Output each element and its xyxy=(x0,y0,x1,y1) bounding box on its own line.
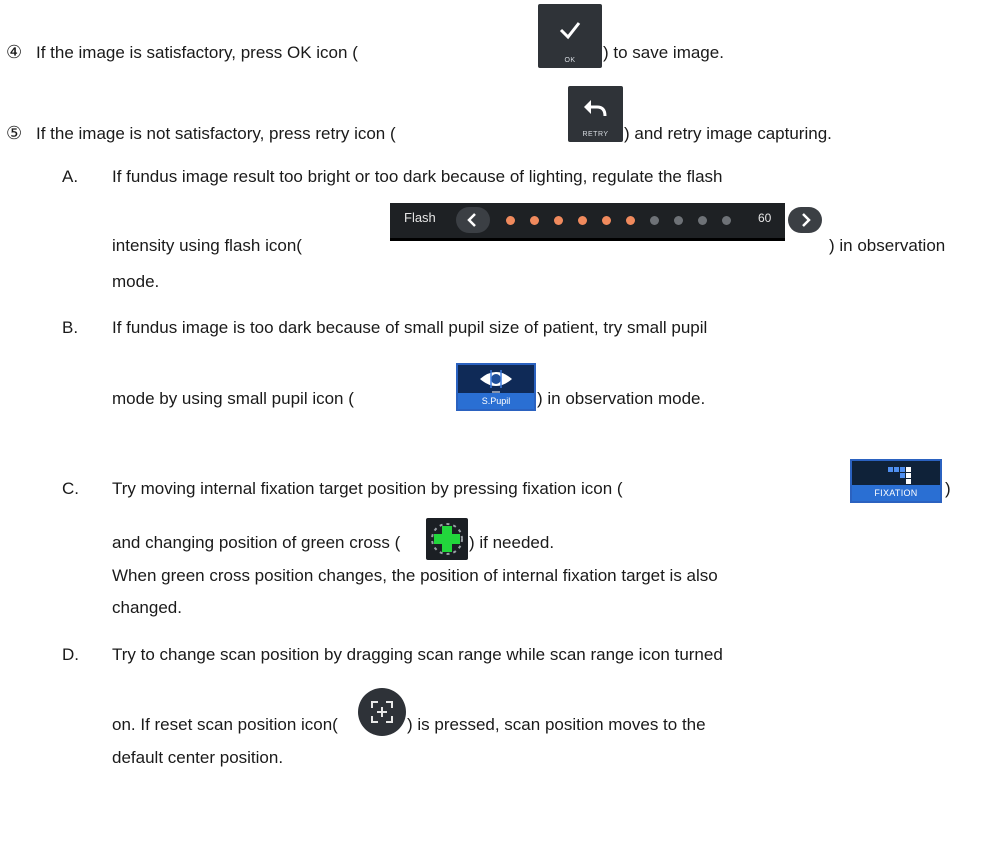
flash-level-dot xyxy=(674,216,683,225)
flash-value: 60 xyxy=(758,211,772,225)
flash-level-dot xyxy=(530,216,539,225)
step-5-marker: ⑤ xyxy=(6,123,23,143)
green-cross-button xyxy=(426,518,468,560)
flash-decrease-button xyxy=(456,207,490,233)
flash-level-dot xyxy=(554,216,563,225)
item-a-line2-after-visible: ) in observation xyxy=(829,236,946,255)
reset-scan-position-icon xyxy=(371,701,393,723)
item-d-line2-before: on. If reset scan position icon( xyxy=(112,715,338,734)
undo-arrow-icon xyxy=(584,100,607,117)
reset-scan-position-button xyxy=(358,688,406,736)
item-c-line2-before: and changing position of green cross ( xyxy=(112,533,401,552)
item-c-line2-after: ) if needed. xyxy=(469,533,555,552)
flash-level-dot xyxy=(578,216,587,225)
step-4-marker: ④ xyxy=(6,42,23,62)
item-a-line2-before: intensity using flash icon( xyxy=(112,236,302,255)
item-c-line1-after: ) xyxy=(945,479,951,498)
item-b-marker: B. xyxy=(62,318,79,337)
item-d-line3: default center position. xyxy=(112,748,284,767)
item-c-line1-before: Try moving internal fixation target posi… xyxy=(112,479,623,498)
retry-icon-button: RETRY xyxy=(568,86,623,142)
item-a-marker: A. xyxy=(62,167,79,186)
item-b-line2-before: mode by using small pupil icon ( xyxy=(112,389,354,408)
item-d-line2-after: ) is pressed, scan position moves to the xyxy=(407,715,706,734)
check-icon xyxy=(559,22,581,40)
item-b-line1: If fundus image is too dark because of s… xyxy=(112,318,708,337)
item-a-line1: If fundus image result too bright or too… xyxy=(112,167,723,186)
step-4-text-after: ) to save image. xyxy=(603,43,724,62)
flash-level-dot xyxy=(602,216,611,225)
flash-right-button xyxy=(788,207,822,233)
fixation-grid-icon xyxy=(888,465,912,487)
flash-level-dot xyxy=(506,216,515,225)
item-a-line3: mode. xyxy=(112,272,160,291)
small-pupil-icon-button: S.Pupil xyxy=(456,363,536,411)
ok-icon-button: OK xyxy=(538,4,602,68)
ok-icon-caption: OK xyxy=(564,57,576,64)
step-4-text-before: If the image is satisfactory, press OK i… xyxy=(36,43,358,62)
item-d-marker: D. xyxy=(62,645,79,664)
step-5-text-before: If the image is not satisfactory, press … xyxy=(36,124,396,143)
chevron-right-icon-2 xyxy=(802,213,811,227)
chevron-left-icon xyxy=(467,213,476,227)
item-b-line2-after: ) in observation mode. xyxy=(537,389,706,408)
item-c-line4: changed. xyxy=(112,598,182,617)
item-c-line3: When green cross position changes, the p… xyxy=(112,566,718,585)
item-c-marker: C. xyxy=(62,479,79,498)
step-5-text-after: ) and retry image capturing. xyxy=(624,124,832,143)
item-d-line1: Try to change scan position by dragging … xyxy=(112,645,723,664)
flash-level-dot xyxy=(650,216,659,225)
flash-intensity-slider: Flash 60 xyxy=(390,203,785,241)
fixation-icon-button: FIXATION xyxy=(850,459,942,503)
retry-icon-caption: RETRY xyxy=(582,131,609,138)
flash-level-dot xyxy=(626,216,635,225)
small-pupil-caption: S.Pupil xyxy=(458,393,534,409)
fixation-caption: FIXATION xyxy=(852,485,940,501)
flash-level-dot xyxy=(722,216,731,225)
green-cross-icon xyxy=(431,523,463,555)
eye-icon xyxy=(480,370,512,393)
flash-level-dot xyxy=(698,216,707,225)
flash-label: Flash xyxy=(404,210,436,225)
